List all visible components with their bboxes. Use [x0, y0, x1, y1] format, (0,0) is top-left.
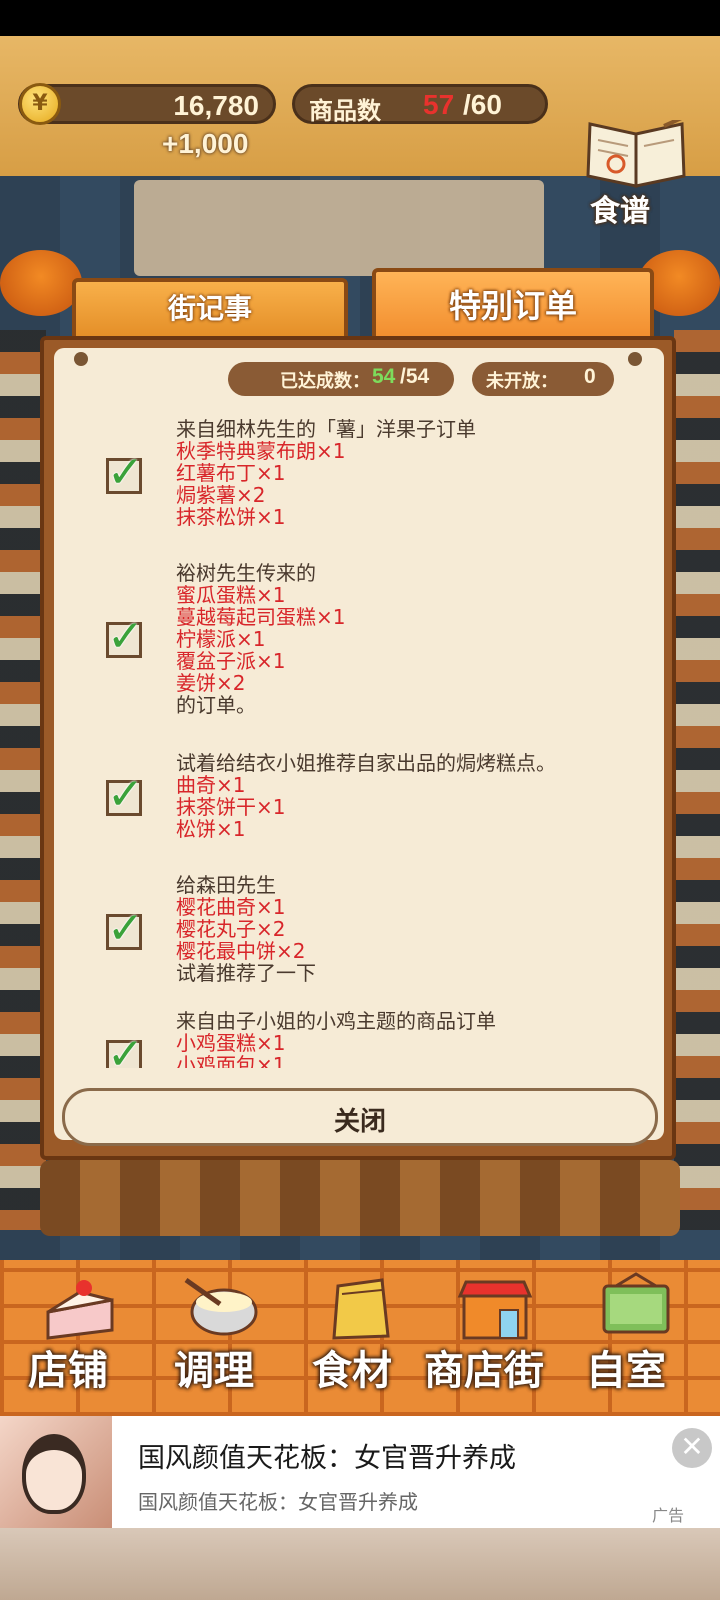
ad-title[interactable]: 国风颜值天花板：女官晋升养成: [138, 1436, 516, 1475]
menu-board: [134, 180, 544, 276]
status-bar: [0, 0, 720, 36]
money-display: ¥ 16,780: [18, 83, 276, 125]
goods-total: /60: [463, 89, 502, 120]
recipe-book-icon: [586, 120, 686, 188]
order-line: 焗紫薯×2: [176, 483, 266, 507]
order-line: 抹茶松饼×1: [176, 505, 286, 529]
nail-icon: [74, 352, 88, 366]
order-line: 试着给结衣小姐推荐自家出品的焗烤糕点。: [176, 751, 556, 775]
ad-subtitle: 国风颜值天花板：女官晋升养成: [138, 1490, 418, 1514]
order-line: 蜜瓜蛋糕×1: [176, 583, 286, 607]
order-line: 来自细林先生的「薯」洋果子订单: [176, 417, 476, 441]
unopened-value: 0: [584, 365, 596, 388]
food-display-counter: [40, 1160, 680, 1236]
order-lines: 来自由子小姐的小鸡主题的商品订单 小鸡蛋糕×1 小鸡面包×1: [176, 1010, 646, 1068]
order-line: 曲奇×1: [176, 773, 246, 797]
order-line: 的订单。: [176, 693, 256, 717]
bottom-strip: [0, 1528, 720, 1600]
goods-label: 商品数: [309, 97, 381, 125]
nav-item-my-room[interactable]: 自室: [584, 1272, 684, 1402]
order-lines: 裕树先生传来的 蜜瓜蛋糕×1 蔓越莓起司蛋糕×1 柠檬派×1 覆盆子派×1 姜饼…: [176, 562, 646, 716]
order-line: 试着推荐了一下: [176, 961, 316, 985]
mixing-bowl-icon: [184, 1277, 258, 1336]
order-line: 小鸡面包×1: [176, 1053, 286, 1068]
order-line: 红薯布丁×1: [176, 461, 286, 485]
nav-label: 店铺: [28, 1348, 108, 1394]
close-button[interactable]: 关闭: [62, 1088, 658, 1146]
ad-tag: 广告: [652, 1506, 685, 1525]
flour-bag-icon: [332, 1278, 390, 1340]
order-lines: 给森田先生 樱花曲奇×1 樱花丸子×2 樱花最中饼×2 试着推荐了一下: [176, 874, 646, 984]
checkbox-checked-icon: [106, 611, 144, 662]
tab-street-news[interactable]: 街记事: [72, 278, 348, 344]
recipe-button[interactable]: 食谱: [576, 120, 700, 229]
order-line: 来自由子小姐的小鸡主题的商品订单: [176, 1009, 496, 1033]
checkbox-checked-icon: [106, 1029, 144, 1068]
order-line: 给森田先生: [176, 873, 276, 897]
achieved-value: 54: [372, 365, 396, 388]
cake-icon: [46, 1280, 114, 1340]
order-line: 覆盆子派×1: [176, 649, 286, 673]
order-line: 姜饼×2: [176, 671, 246, 695]
order-line: 秋季特典蒙布朗×1: [176, 439, 346, 463]
achieved-count-pill: 已达成数： 54 /54: [228, 362, 454, 396]
money-value: 16,780: [173, 90, 259, 121]
order-line: 松饼×1: [176, 817, 246, 841]
ad-image: [0, 1416, 112, 1528]
order-line: 小鸡蛋糕×1: [176, 1031, 286, 1055]
nav-label: 商店街: [424, 1348, 544, 1394]
order-line: 抹茶饼干×1: [176, 795, 286, 819]
unopened-count-pill: 未开放： 0: [472, 362, 614, 396]
achieved-total: /54: [400, 365, 430, 388]
order-lines: 来自细林先生的「薯」洋果子订单 秋季特典蒙布朗×1 红薯布丁×1 焗紫薯×2 抹…: [176, 418, 646, 528]
nav-item-cook[interactable]: 调理: [174, 1272, 274, 1402]
coin-icon: ¥: [19, 83, 61, 125]
ad-banner[interactable]: 国风颜值天花板：女官晋升养成 国风颜值天花板：女官晋升养成 ✕ 广告: [0, 1416, 720, 1528]
nail-icon: [628, 352, 642, 366]
pumpkin-decoration-left: [0, 250, 82, 316]
goods-count-display: 商品数 57 /60: [292, 84, 548, 125]
money-gain: +1,000: [162, 128, 249, 159]
orders-list[interactable]: 来自细林先生的「薯」洋果子订单 秋季特典蒙布朗×1 红薯布丁×1 焗紫薯×2 抹…: [54, 400, 664, 1068]
checkbox-checked-icon: [106, 769, 144, 820]
order-line: 裕树先生传来的: [176, 561, 316, 585]
checkbox-checked-icon: [106, 447, 144, 498]
order-line: 樱花丸子×2: [176, 917, 286, 941]
checkbox-checked-icon: [106, 903, 144, 954]
ad-close-icon[interactable]: ✕: [672, 1428, 712, 1468]
close-label: 关闭: [333, 1107, 386, 1137]
nav-label: 自室: [586, 1348, 666, 1394]
nav-label: 食材: [312, 1348, 392, 1394]
storefront-icon: [457, 1280, 533, 1340]
recipe-label: 食谱: [590, 194, 650, 229]
order-line: 蔓越莓起司蛋糕×1: [176, 605, 346, 629]
ad-character-image: [22, 1434, 86, 1514]
candy-decoration-right: [674, 330, 720, 1230]
order-lines: 试着给结衣小姐推荐自家出品的焗烤糕点。 曲奇×1 抹茶饼干×1 松饼×1: [176, 752, 646, 840]
staff-door-icon: [602, 1272, 670, 1334]
achieved-label: 已达成数：: [280, 371, 370, 392]
nav-item-shop[interactable]: 店铺: [28, 1272, 128, 1402]
order-line: 柠檬派×1: [176, 627, 266, 651]
unopened-label: 未开放：: [486, 371, 558, 392]
order-line: 樱花最中饼×2: [176, 939, 306, 963]
order-line: 樱花曲奇×1: [176, 895, 286, 919]
nav-item-ingredients[interactable]: 食材: [312, 1272, 412, 1402]
nav-item-shopping-street[interactable]: 商店街: [424, 1272, 564, 1402]
goods-current: 57: [423, 89, 455, 120]
nav-label: 调理: [174, 1348, 254, 1394]
